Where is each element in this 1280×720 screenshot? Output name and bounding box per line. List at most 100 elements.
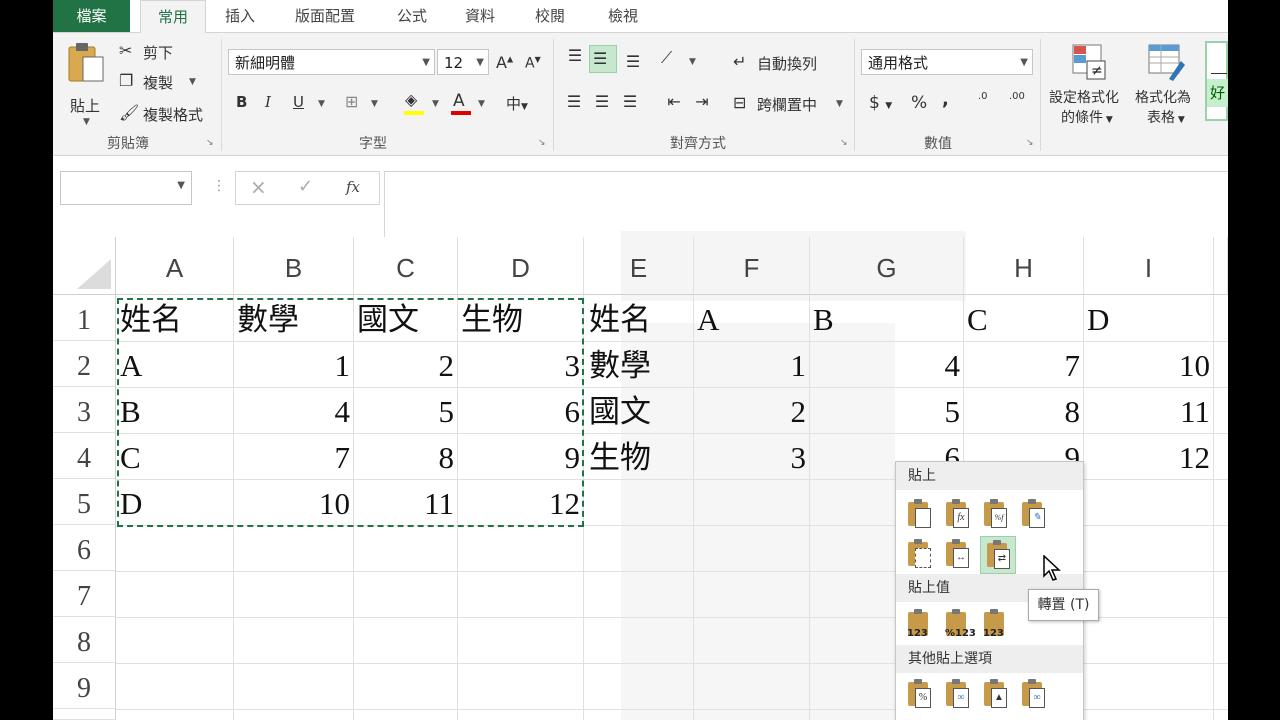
cell-d5[interactable]: 12 — [458, 479, 583, 523]
cut-button[interactable]: ✂ 剪下 — [119, 41, 189, 63]
paste-button[interactable]: 貼上 ▼ — [67, 41, 109, 127]
cell-g2[interactable]: 4 — [810, 341, 963, 385]
cell-h1[interactable]: C — [964, 295, 1083, 339]
cell-b1[interactable]: 數學 — [234, 295, 353, 339]
tab-data[interactable]: 資料 — [455, 0, 505, 32]
shrink-font-button[interactable]: A▼ — [525, 55, 541, 72]
column-header-e[interactable]: E — [584, 237, 694, 295]
paste-option-link[interactable]: ∞ — [942, 678, 972, 710]
cell-c5[interactable]: 11 — [354, 479, 457, 523]
orientation-icon[interactable]: ⟋ — [661, 49, 672, 67]
row-header-7[interactable]: 7 — [53, 571, 116, 617]
row-header-3[interactable]: 3 — [53, 387, 116, 433]
cell-f2[interactable]: 1 — [694, 341, 809, 385]
cell-f1[interactable]: A — [694, 295, 809, 339]
cell-a3[interactable]: B — [117, 387, 233, 431]
align-right-icon[interactable]: ☰ — [619, 93, 641, 111]
paste-option-values-source-format[interactable]: 123 — [980, 608, 1010, 640]
cell-f3[interactable]: 2 — [694, 387, 809, 431]
column-header-h[interactable]: H — [964, 237, 1084, 295]
increase-indent-icon[interactable]: ⇥ — [691, 93, 713, 111]
wrap-text-button[interactable]: ↵ 自動換列 — [733, 51, 843, 75]
paste-option-transpose[interactable]: ⇄ — [980, 536, 1016, 574]
column-header-a[interactable]: A — [116, 237, 234, 295]
font-color-button[interactable]: A — [450, 91, 472, 117]
number-launcher-icon[interactable]: ↘ — [1026, 139, 1035, 148]
enter-icon[interactable]: ✓ — [298, 178, 313, 196]
cell-i2[interactable]: 10 — [1084, 341, 1213, 385]
bold-button[interactable]: B — [236, 93, 247, 111]
align-center-icon[interactable]: ☰ — [591, 93, 613, 111]
insert-function-icon[interactable]: fx — [346, 178, 360, 196]
column-header-f[interactable]: F — [694, 237, 810, 295]
cell-a2[interactable]: A — [117, 341, 233, 385]
cell-e2[interactable]: 數學 — [586, 341, 693, 385]
name-box[interactable]: ▼ — [60, 171, 192, 205]
borders-icon[interactable]: ⊞ — [345, 93, 358, 111]
cell-h3[interactable]: 8 — [964, 387, 1083, 431]
conditional-format-button[interactable]: ≠ 設定格式化 的條件 ▼ — [1047, 41, 1131, 131]
paste-option-formulas-number-format[interactable]: %f — [980, 498, 1010, 530]
column-header-next[interactable] — [1214, 237, 1228, 295]
grow-font-button[interactable]: A▲ — [496, 53, 513, 72]
cell-g1[interactable]: B — [810, 295, 963, 339]
align-left-icon[interactable]: ☰ — [563, 93, 585, 111]
comma-button[interactable]: , — [942, 89, 949, 110]
increase-decimal-button[interactable]: .0 — [978, 91, 988, 102]
align-middle-button[interactable]: ☰ — [589, 45, 617, 73]
font-launcher-icon[interactable]: ↘ — [538, 139, 547, 148]
cell-g3[interactable]: 5 — [810, 387, 963, 431]
underline-button[interactable]: U — [293, 93, 304, 111]
cell-c4[interactable]: 8 — [354, 433, 457, 477]
cell-b4[interactable]: 7 — [234, 433, 353, 477]
row-header-6[interactable]: 6 — [53, 525, 116, 571]
paste-option-picture[interactable]: ▲ — [980, 678, 1010, 710]
font-color-dropdown-icon[interactable]: ▼ — [478, 99, 485, 109]
tab-view[interactable]: 檢視 — [593, 0, 653, 32]
row-header-2[interactable]: 2 — [53, 341, 116, 387]
tab-file[interactable]: 檔案 — [53, 0, 130, 32]
tab-page-layout[interactable]: 版面配置 — [285, 0, 365, 32]
merge-center-button[interactable]: ⊟ 跨欄置中 ▼ — [733, 93, 848, 117]
cancel-icon[interactable]: × — [250, 177, 267, 197]
paste-option-keep-column-width[interactable]: ↔ — [942, 538, 972, 570]
cell-a1[interactable]: 姓名 — [117, 295, 233, 339]
align-top-icon[interactable]: ☰ — [563, 47, 587, 65]
row-header-10[interactable] — [53, 709, 116, 720]
paste-option-formulas[interactable]: fx — [942, 498, 972, 530]
select-all-button[interactable] — [53, 237, 116, 295]
cell-a5[interactable]: D — [117, 479, 233, 523]
column-header-b[interactable]: B — [234, 237, 354, 295]
format-painter-button[interactable]: 🖌 複製格式 — [119, 103, 219, 125]
underline-dropdown-icon[interactable]: ▼ — [318, 99, 325, 109]
row-header-5[interactable]: 5 — [53, 479, 116, 525]
column-header-c[interactable]: C — [354, 237, 458, 295]
italic-button[interactable]: I — [265, 93, 271, 111]
tab-insert[interactable]: 插入 — [215, 0, 265, 32]
cell-e1[interactable]: 姓名 — [586, 295, 693, 339]
currency-button[interactable]: $ ▼ — [869, 93, 892, 113]
cell-e4[interactable]: 生物 — [586, 433, 693, 477]
tab-home[interactable]: 常用 — [140, 0, 206, 33]
column-header-i[interactable]: I — [1084, 237, 1214, 295]
format-as-table-button[interactable]: 格式化為 表格 ▼ — [1133, 41, 1203, 131]
clipboard-launcher-icon[interactable]: ↘ — [206, 139, 215, 148]
row-header-1[interactable]: 1 — [53, 295, 116, 341]
decrease-decimal-button[interactable]: .00 — [1009, 91, 1025, 102]
cell-c2[interactable]: 2 — [354, 341, 457, 385]
cell-d4[interactable]: 9 — [458, 433, 583, 477]
cell-d3[interactable]: 6 — [458, 387, 583, 431]
paste-option-paste[interactable] — [904, 498, 934, 530]
cell-f4[interactable]: 3 — [694, 433, 809, 477]
cell-i3[interactable]: 11 — [1084, 387, 1213, 431]
row-header-9[interactable]: 9 — [53, 663, 116, 709]
cell-a4[interactable]: C — [117, 433, 233, 477]
borders-dropdown-icon[interactable]: ▼ — [371, 99, 378, 109]
cell-b2[interactable]: 1 — [234, 341, 353, 385]
paste-option-keep-source-format[interactable]: ✎ — [1018, 498, 1048, 530]
cell-d1[interactable]: 生物 — [458, 295, 583, 339]
cell-b3[interactable]: 4 — [234, 387, 353, 431]
cell-h2[interactable]: 7 — [964, 341, 1083, 385]
tab-formulas[interactable]: 公式 — [387, 0, 437, 32]
paste-option-formatting[interactable]: % — [904, 678, 934, 710]
